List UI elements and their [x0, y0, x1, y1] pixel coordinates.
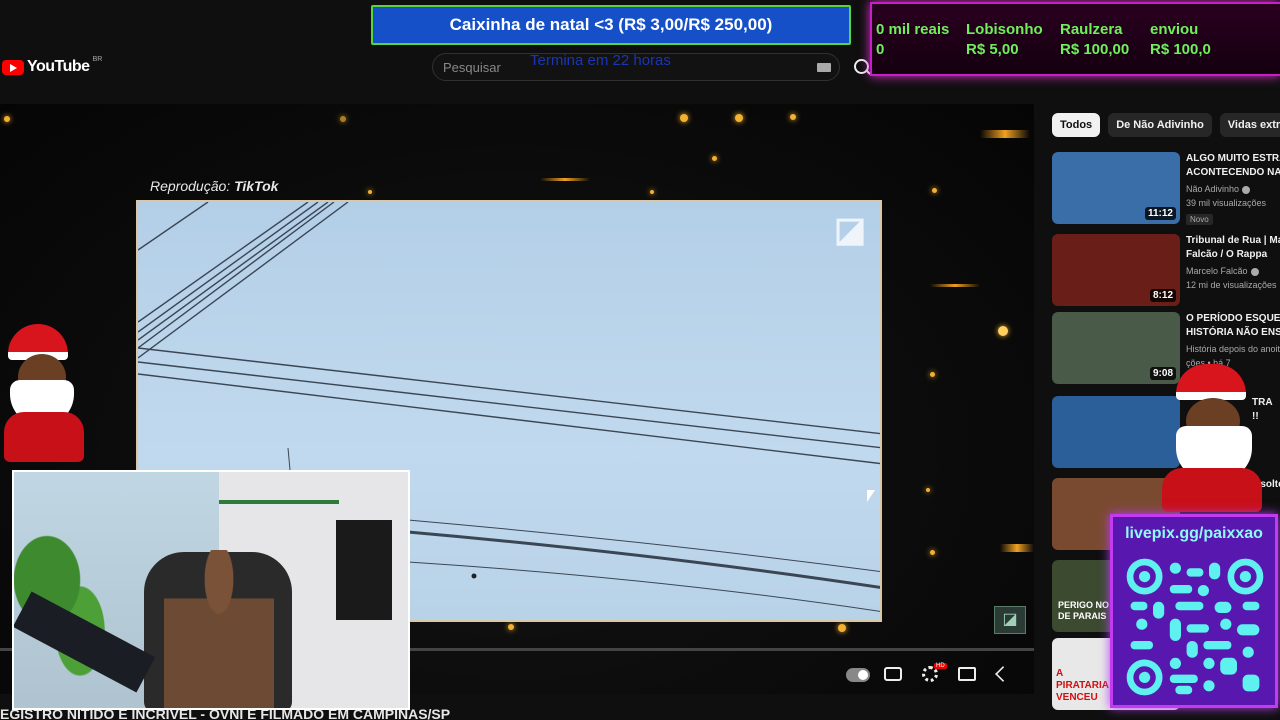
- video-title[interactable]: ALGO MUITO ESTRA ACONTECENDO NA: [1186, 152, 1280, 180]
- sparkle-decoration: [930, 372, 935, 377]
- ticker-item: enviou R$ 100,0: [1150, 21, 1211, 58]
- sparkle-decoration: [932, 188, 937, 193]
- donation-timer: Termina em 22 horas: [530, 52, 671, 69]
- channel-name[interactable]: História depois do anoit: [1186, 344, 1280, 354]
- filter-chips: Todos De Não Adivinho Vidas extrate: [1052, 113, 1280, 137]
- caption-prefix: Reprodução:: [150, 178, 231, 194]
- webcam-wall-stripe: [219, 500, 339, 504]
- donation-ticker: 0 mil reais 0 Lobisonho R$ 5,00 Raulzera R$…: [870, 2, 1280, 76]
- subtitles-icon[interactable]: [884, 667, 902, 681]
- ticker-item: 0 mil reais 0: [876, 21, 950, 58]
- sparkle-decoration: [650, 190, 654, 194]
- light-streak: [980, 130, 1030, 138]
- sparkle-decoration: [340, 116, 346, 122]
- autoplay-toggle-icon[interactable]: [846, 668, 870, 682]
- sparkle-decoration: [712, 156, 717, 161]
- santa-body: [1162, 468, 1262, 512]
- mouse-cursor-icon: [867, 490, 875, 502]
- light-streak: [1000, 544, 1034, 552]
- recommended-video[interactable]: 8:12 Tribunal de Rua | Ma Falcão / O Rapp…: [1052, 234, 1280, 306]
- sparkle-decoration: [790, 114, 796, 120]
- stream-screen: YouTube BR Reprodução: TikTok: [0, 0, 1280, 720]
- corner-watermark-icon: ◪: [994, 606, 1026, 634]
- santa-sticker-left: [0, 320, 96, 462]
- sparkle-decoration: [926, 488, 930, 492]
- country-code: BR: [92, 55, 103, 63]
- video-thumbnail[interactable]: 11:12: [1052, 152, 1180, 224]
- sparkle-decoration: [998, 326, 1008, 336]
- santa-body: [4, 412, 84, 462]
- search-icon[interactable]: [852, 58, 872, 78]
- santa-hat: [1176, 364, 1246, 400]
- livepix-qr-panel[interactable]: livepix.gg/paixxao: [1110, 514, 1278, 708]
- streamer: [164, 550, 274, 708]
- chip-related[interactable]: Vidas extrate: [1219, 113, 1280, 137]
- chip-channel[interactable]: De Não Adivinho: [1108, 113, 1212, 137]
- donation-goal-text: Caixinha de natal <3 (R$ 3,00/R$ 250,00): [449, 15, 773, 34]
- keyboard-icon[interactable]: [817, 63, 831, 72]
- recommended-video[interactable]: 11:12 ALGO MUITO ESTRA ACONTECENDO NA Não…: [1052, 152, 1280, 225]
- caption-source: TikTok: [234, 178, 279, 194]
- streamer-webcam: [12, 470, 410, 710]
- miniplayer-icon[interactable]: [958, 667, 976, 681]
- video-thumbnail[interactable]: 8:12: [1052, 234, 1180, 306]
- channel-name[interactable]: Marcelo Falcão: [1186, 266, 1280, 276]
- reproduction-caption: Reprodução: TikTok: [150, 178, 278, 194]
- video-views: 39 mil visualizações: [1186, 198, 1267, 208]
- hd-badge: HD: [934, 663, 947, 669]
- donation-goal-banner: Caixinha de natal <3 (R$ 3,00/R$ 250,00): [371, 5, 851, 45]
- youtube-logo[interactable]: YouTube BR: [2, 55, 103, 76]
- santa-sticker-right: [1136, 362, 1280, 512]
- ticker-item: Raulzera R$ 100,00: [1060, 21, 1130, 58]
- sparkle-decoration: [368, 190, 372, 194]
- video-title[interactable]: Tribunal de Rua | Ma Falcão / O Rappa: [1186, 234, 1280, 262]
- video-duration: 8:12: [1149, 289, 1176, 302]
- thumbnail-text: PERIGO NO DE PARAIS: [1058, 600, 1110, 621]
- thumbnail-text: A PIRATARIA VENCEU: [1056, 668, 1109, 703]
- light-streak: [540, 178, 590, 181]
- channel-name[interactable]: Não Adivinho: [1186, 184, 1280, 194]
- sparkle-decoration: [838, 624, 846, 632]
- light-streak: [930, 284, 980, 287]
- video-views: 12 mi de visualizações: [1186, 280, 1277, 290]
- livepix-url[interactable]: livepix.gg/paixxao: [1113, 525, 1275, 543]
- webcam-tv: [336, 520, 392, 620]
- qr-code[interactable]: [1125, 557, 1265, 697]
- youtube-play-icon: [2, 59, 24, 75]
- channel-watermark-icon: ◪: [833, 211, 867, 249]
- video-title[interactable]: O PERÍODO ESQUEC HISTÓRIA NÃO ENS: [1186, 312, 1280, 340]
- youtube-wordmark: YouTube: [27, 58, 90, 75]
- sparkle-decoration: [735, 114, 743, 122]
- sparkle-decoration: [4, 116, 10, 122]
- sparkle-decoration: [508, 624, 514, 630]
- new-badge: Novo: [1186, 214, 1213, 225]
- sparkle-decoration: [680, 114, 688, 122]
- verified-icon: [1250, 267, 1259, 276]
- chip-all[interactable]: Todos: [1052, 113, 1101, 137]
- verified-icon: [1242, 185, 1251, 194]
- video-duration: 11:12: [1144, 207, 1176, 220]
- flying-object: [471, 573, 477, 579]
- sparkle-decoration: [930, 550, 935, 555]
- ticker-item: Lobisonho R$ 5,00: [966, 21, 1043, 58]
